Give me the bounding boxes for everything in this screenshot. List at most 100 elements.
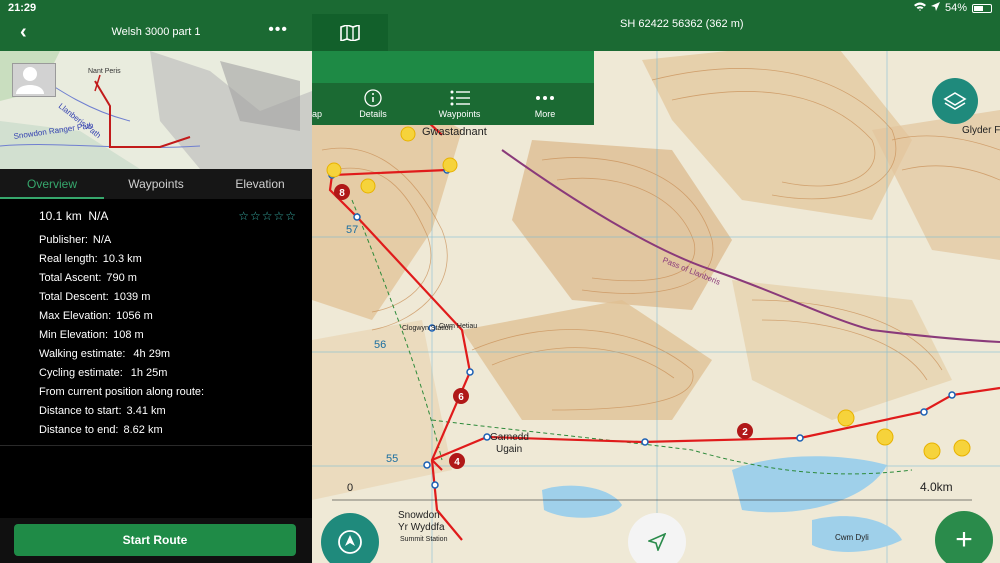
status-icons: 54% — [913, 2, 992, 14]
stat-value: 108 m — [113, 329, 144, 341]
waypoint-8-label: 8 — [339, 188, 345, 199]
map-label-cwm-dyli: Cwm Dyli — [835, 533, 869, 542]
stat-max-elevation: Max Elevation: 1056 m — [39, 310, 312, 329]
route-thumbnail-map[interactable]: Nant Peris Llanberis Path Snowdon Ranger… — [0, 51, 312, 169]
map-label-snowdon: Snowdon — [398, 510, 440, 521]
map-label-yr-wyddfa: Yr Wyddfa — [398, 522, 445, 533]
list-icon — [450, 90, 470, 106]
stat-label: Total Descent: — [39, 291, 109, 303]
plus-icon: + — [955, 523, 973, 556]
stat-label: Walking estimate: — [39, 348, 126, 360]
stat-label: Real length: — [39, 253, 98, 265]
tab-overview[interactable]: Overview — [0, 169, 104, 199]
battery-percent: 54% — [944, 2, 967, 14]
ellipsis-icon — [536, 96, 554, 100]
stat-total-descent: Total Descent: 1039 m — [39, 291, 312, 310]
locate-button[interactable] — [321, 513, 379, 563]
toolbar-header — [312, 51, 594, 83]
map-label-glyder: Glyder F — [962, 125, 1000, 136]
scale-zero: 0 — [347, 482, 354, 494]
waypoint-6-label: 6 — [458, 392, 464, 403]
stat-distance-start: Distance to start: 3.41 km — [39, 405, 312, 424]
stat-value: 1039 m — [113, 291, 151, 303]
stat-label: Publisher: — [39, 234, 88, 246]
stat-distance-end: Distance to end: 8.62 km — [39, 424, 312, 443]
map-grid-56: 56 — [374, 339, 386, 351]
tool-details[interactable]: Details — [348, 87, 398, 119]
distance-summary: 10.1 km N/A — [39, 209, 108, 223]
route-toolbar: ap Details Waypoints More — [312, 51, 594, 125]
tool-waypoints-label: Waypoints — [438, 109, 481, 119]
start-route-button[interactable]: Start Route — [14, 524, 296, 556]
wifi-icon — [913, 2, 926, 14]
route-detail-panel: ‹ Welsh 3000 part 1 ••• Nant Peris Llanb… — [0, 16, 312, 563]
map-grid-57: 57 — [346, 224, 358, 236]
info-icon — [364, 89, 382, 107]
panel-tabs: Overview Waypoints Elevation — [0, 169, 312, 199]
stat-value: 8.62 km — [123, 424, 163, 436]
waypoint-4-label: 4 — [454, 457, 460, 468]
map-book-icon — [340, 24, 360, 41]
stat-value: 10.3 km — [102, 253, 142, 265]
scale-distance: 4.0km — [920, 480, 953, 494]
tool-more[interactable]: More — [520, 87, 570, 119]
battery-level — [974, 5, 983, 11]
user-icon — [16, 67, 44, 94]
map-label-summit-station: Summit Station — [400, 536, 448, 543]
navigation-arrow-icon — [648, 533, 666, 551]
tool-map-partial[interactable]: ap — [312, 87, 322, 119]
tool-waypoints[interactable]: Waypoints — [432, 87, 487, 119]
waypoint-2-label: 2 — [742, 427, 748, 438]
location-arrow-icon — [930, 2, 940, 14]
route-title: Welsh 3000 part 1 — [111, 26, 201, 38]
layers-icon — [943, 92, 967, 110]
panel-header: ‹ Welsh 3000 part 1 ••• — [0, 16, 312, 51]
navigate-button[interactable] — [628, 513, 686, 563]
stat-value: 3.41 km — [126, 405, 166, 417]
stat-label: Distance to end: — [39, 424, 119, 436]
tool-more-label: More — [534, 109, 556, 119]
add-button[interactable]: + — [935, 511, 993, 563]
stat-total-ascent: Total Ascent: 790 m — [39, 272, 312, 291]
compass-arrow-icon — [338, 530, 362, 554]
stat-label: Cycling estimate: — [39, 367, 123, 379]
summary-row: 10.1 km N/A ☆☆☆☆☆ — [39, 209, 297, 223]
route-stats: 10.1 km N/A ☆☆☆☆☆ Publisher: N/A Real len… — [0, 199, 312, 443]
stat-value: 1h 25m — [130, 367, 168, 379]
map-grid-55: 55 — [386, 453, 398, 465]
stat-walking: Walking estimate: 4h 29m — [39, 348, 312, 367]
rating-stars[interactable]: ☆☆☆☆☆ — [238, 209, 297, 223]
stat-label: Min Elevation: — [39, 329, 109, 341]
tab-waypoints[interactable]: Waypoints — [104, 169, 208, 199]
tool-details-label: Details — [359, 109, 387, 119]
map-label-gwastadnant: Gwastadnant — [422, 126, 487, 138]
stat-real-length: Real length: 10.3 km — [39, 253, 312, 272]
more-options-icon[interactable]: ••• — [268, 21, 288, 39]
layers-button[interactable] — [932, 78, 978, 124]
distance-value: 10.1 km — [39, 209, 82, 223]
status-time: 21:29 — [8, 2, 37, 14]
tab-elevation[interactable]: Elevation — [208, 169, 312, 199]
map-label-clogwyn-station: Clogwyn Station — [402, 325, 453, 332]
grid-reference: SH 62422 56362 (362 m) — [620, 18, 744, 30]
battery-icon — [972, 3, 992, 13]
stat-value: N/A — [92, 234, 112, 246]
stat-label: Distance to start: — [39, 405, 122, 417]
stat-value: 4h 29m — [133, 348, 171, 360]
tool-map-label: ap — [312, 109, 323, 119]
panel-divider — [0, 445, 312, 446]
stat-publisher: Publisher: N/A — [39, 234, 312, 253]
avatar — [12, 63, 56, 97]
rating-text: N/A — [88, 209, 109, 223]
map-label-ugain: Ugain — [496, 444, 522, 455]
stat-label: Max Elevation: — [39, 310, 112, 322]
stat-value: 790 m — [106, 272, 137, 284]
stat-label: Total Ascent: — [39, 272, 102, 284]
stat-cycling: Cycling estimate: 1h 25m — [39, 367, 312, 386]
position-heading-text: From current position along route: — [39, 386, 205, 398]
stat-min-elevation: Min Elevation: 108 m — [39, 329, 312, 348]
position-heading: From current position along route: — [39, 386, 312, 405]
stat-value: 1056 m — [116, 310, 153, 322]
map-toggle-button[interactable] — [312, 14, 388, 51]
map-label-garnedd: Garnedd — [490, 432, 529, 443]
